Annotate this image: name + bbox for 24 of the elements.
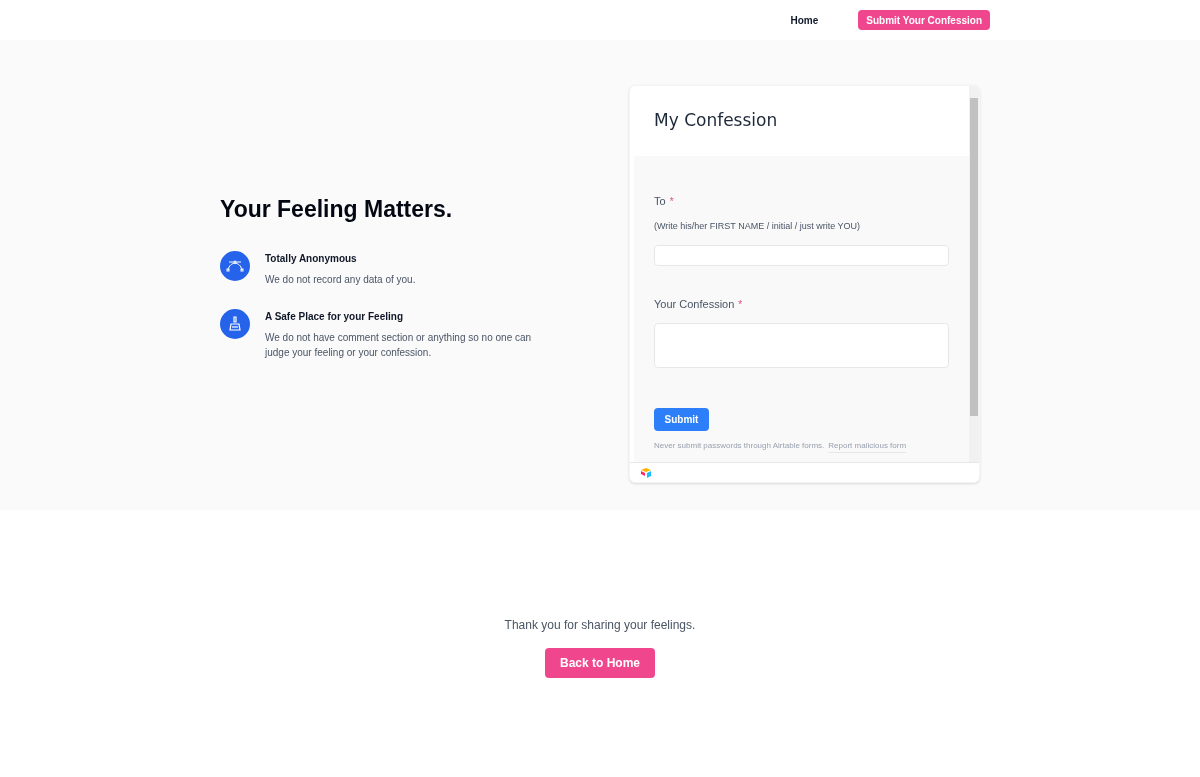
required-asterisk: * (738, 297, 743, 312)
field-hint: (Write his/her FIRST NAME / initial / just write YOU) (654, 219, 862, 233)
submit-confession-button[interactable]: Submit Your Confession (858, 10, 990, 30)
airtable-logo-icon (640, 467, 652, 478)
to-input-field[interactable] (654, 245, 949, 266)
confession-input-field[interactable] (654, 322, 949, 368)
scrollbar[interactable] (969, 86, 979, 462)
form-submit-button[interactable]: Submit (654, 407, 709, 431)
form-notice: Never submit passwords through Airtable forms. (654, 439, 825, 452)
back-to-home-button[interactable]: Back to Home (545, 648, 655, 678)
feature-title: Totally Anonymous (265, 251, 358, 266)
report-link[interactable]: Report malicious form (828, 439, 907, 453)
paint-brush-icon (228, 315, 242, 332)
feature-description: We do not have comment section or anything so no one can judge your feeling or your confession. (265, 330, 533, 360)
required-asterisk: * (669, 194, 674, 209)
field-label: Your Confession (654, 297, 735, 312)
field-label: To (654, 194, 666, 209)
feature-title: A Safe Place for your Feeling (265, 309, 404, 324)
form-title: My Confession (654, 109, 778, 133)
nav-link[interactable]: Home (790, 12, 819, 28)
feature-description: We do not record any data of you. (265, 272, 417, 287)
thank-you-message: Thank you for sharing your feelings. (504, 617, 696, 634)
hero-heading: Your Feeling Matters. (220, 195, 454, 224)
bezier-curve-icon (226, 258, 244, 273)
